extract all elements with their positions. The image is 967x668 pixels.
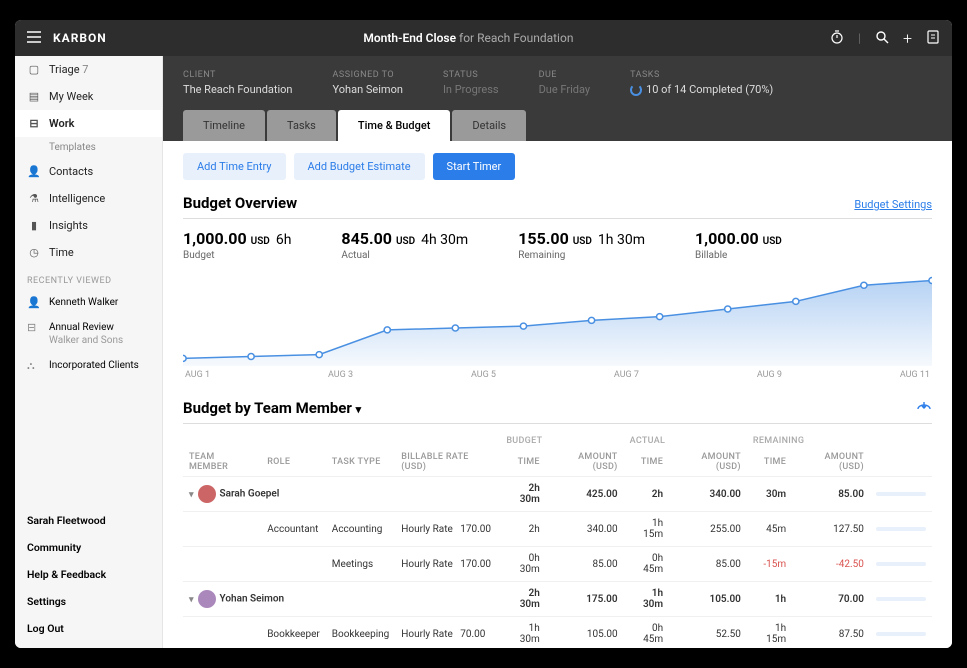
avatar <box>198 485 216 503</box>
footer-link-log-out[interactable]: Log Out <box>15 615 162 642</box>
table-row: MeetingsHourly Rate 170.000h 30m85.000h … <box>183 547 932 582</box>
chevron-down-icon[interactable]: ▾ <box>189 490 194 500</box>
sidebar-item-triage[interactable]: ▢Triage 7 <box>15 56 162 83</box>
download-icon[interactable] <box>916 398 932 417</box>
col-group-remaining: REMAINING <box>747 432 870 448</box>
recent-item[interactable]: ⛬Incorporated Clients <box>15 353 162 379</box>
table-row: BookkeeperBookkeepingHourly Rate 70.001h… <box>183 617 932 648</box>
meta-status: STATUSIn Progress <box>443 70 499 96</box>
col-group-budget: BUDGET <box>500 432 623 448</box>
col-header: TIME <box>624 448 669 477</box>
budget-stats: 1,000.00 USD6hBudget 845.00 USD4h 30mActu… <box>183 229 932 261</box>
page-title: Month-End Close for Reach Foundation <box>107 31 830 45</box>
tab-details[interactable]: Details <box>452 110 526 141</box>
overview-title: Budget Overview <box>183 194 297 212</box>
search-icon[interactable] <box>875 30 889 47</box>
contacts-icon: 👤 <box>27 165 41 178</box>
add-icon[interactable]: + <box>903 29 912 48</box>
col-header: ROLE <box>261 448 326 477</box>
title-context: for Reach Foundation <box>456 31 573 45</box>
budget-settings-link[interactable]: Budget Settings <box>854 198 932 211</box>
sidebar-item-work[interactable]: ⊟Work <box>15 110 162 137</box>
progress-bar <box>876 527 926 531</box>
footer-link-settings[interactable]: Settings <box>15 588 162 615</box>
footer-link-community[interactable]: Community <box>15 534 162 561</box>
team-title: Budget by Team Member ▾ <box>183 399 361 417</box>
topbar: KARBON Month-End Close for Reach Foundat… <box>15 20 952 56</box>
sidebar-item-contacts[interactable]: 👤Contacts <box>15 158 162 185</box>
tab-time-budget[interactable]: Time & Budget <box>338 110 451 141</box>
brand-logo: KARBON <box>53 31 107 45</box>
time-icon: ◷ <box>27 246 41 259</box>
col-header: AMOUNT (USD) <box>669 448 747 477</box>
stat-billable: 1,000.00 USDBillable <box>695 229 782 261</box>
add-time-button[interactable]: Add Time Entry <box>183 153 286 180</box>
tab-timeline[interactable]: Timeline <box>183 110 265 141</box>
col-header: AMOUNT (USD) <box>546 448 624 477</box>
budget-chart <box>183 271 932 366</box>
stat-budget: 1,000.00 USD6hBudget <box>183 229 291 261</box>
sidebar: ▢Triage 7▤My Week⊟WorkTemplates👤Contacts… <box>15 56 163 648</box>
action-row: Add Time Entry Add Budget Estimate Start… <box>183 153 932 180</box>
sidebar-item-my-week[interactable]: ▤My Week <box>15 83 162 110</box>
footer-link-help-feedback[interactable]: Help & Feedback <box>15 561 162 588</box>
col-header: TIME <box>500 448 545 477</box>
table-row: ▾Sarah Goepel2h 30m425.002h340.0030m85.0… <box>183 477 932 512</box>
tabs: TimelineTasksTime & BudgetDetails <box>183 110 932 141</box>
person-icon: 👤 <box>27 296 41 309</box>
progress-bar <box>876 492 926 496</box>
table-row: ▾Yohan Seimon2h 30m175.001h 30m105.001h7… <box>183 582 932 617</box>
triage-icon: ▢ <box>27 63 41 76</box>
insights-icon: ▮ <box>27 219 41 232</box>
col-header: TEAM MEMBER <box>183 448 261 477</box>
timer-icon[interactable] <box>830 30 844 47</box>
progress-bar <box>876 632 926 636</box>
work-icon: ⊟ <box>27 117 41 130</box>
main-content: CLIENTThe Reach Foundation ASSIGNED TOYoh… <box>163 56 952 648</box>
meta-tasks: TASKS10 of 14 Completed (70%) <box>630 70 773 96</box>
meta-assigned-to: ASSIGNED TOYohan Seimon <box>333 70 403 96</box>
stat-actual: 845.00 USD4h 30mActual <box>341 229 468 261</box>
tab-tasks[interactable]: Tasks <box>267 110 336 141</box>
team-budget-table: BUDGET ACTUAL REMAINING TEAM MEMBERROLET… <box>183 432 932 648</box>
title-bold: Month-End Close <box>363 31 456 45</box>
col-group-actual: ACTUAL <box>624 432 747 448</box>
menu-icon[interactable] <box>27 31 41 46</box>
add-budget-button[interactable]: Add Budget Estimate <box>294 153 425 180</box>
table-row: AccountantAccountingHourly Rate 170.002h… <box>183 512 932 547</box>
week-icon: ▤ <box>27 90 41 103</box>
sidebar-sub-templates[interactable]: Templates <box>15 137 162 158</box>
col-header: TIME <box>747 448 792 477</box>
work-icon: ⊟ <box>27 321 41 334</box>
chevron-down-icon[interactable]: ▾ <box>356 403 362 416</box>
progress-bar <box>876 597 926 601</box>
chevron-down-icon[interactable]: ▾ <box>189 595 194 605</box>
progress-bar <box>876 562 926 566</box>
recent-item[interactable]: 👤Kenneth Walker <box>15 290 162 315</box>
recent-item[interactable]: ⊟Annual ReviewWalker and Sons <box>15 315 162 353</box>
avatar <box>198 590 216 608</box>
sidebar-item-time[interactable]: ◷Time <box>15 239 162 266</box>
recent-label: RECENTLY VIEWED <box>15 266 162 290</box>
meta-due: DUEDue Friday <box>539 70 591 96</box>
stat-remaining: 155.00 USD1h 30mRemaining <box>518 229 645 261</box>
work-header: CLIENTThe Reach Foundation ASSIGNED TOYoh… <box>163 56 952 141</box>
note-icon[interactable] <box>926 30 940 47</box>
intel-icon: ⚗ <box>27 192 41 205</box>
meta-client: CLIENTThe Reach Foundation <box>183 70 293 96</box>
col-header: TASK TYPE <box>326 448 395 477</box>
chart-x-labels: AUG 1AUG 3AUG 5AUG 7AUG 9AUG 11 <box>183 370 932 380</box>
start-timer-button[interactable]: Start Timer <box>433 153 516 180</box>
footer-link-sarah-fleetwood[interactable]: Sarah Fleetwood <box>15 507 162 534</box>
col-header: BILLABLE RATE (USD) <box>395 448 500 477</box>
sidebar-item-insights[interactable]: ▮Insights <box>15 212 162 239</box>
sidebar-item-intelligence[interactable]: ⚗Intelligence <box>15 185 162 212</box>
col-header: AMOUNT (USD) <box>792 448 870 477</box>
org-icon: ⛬ <box>27 359 41 373</box>
